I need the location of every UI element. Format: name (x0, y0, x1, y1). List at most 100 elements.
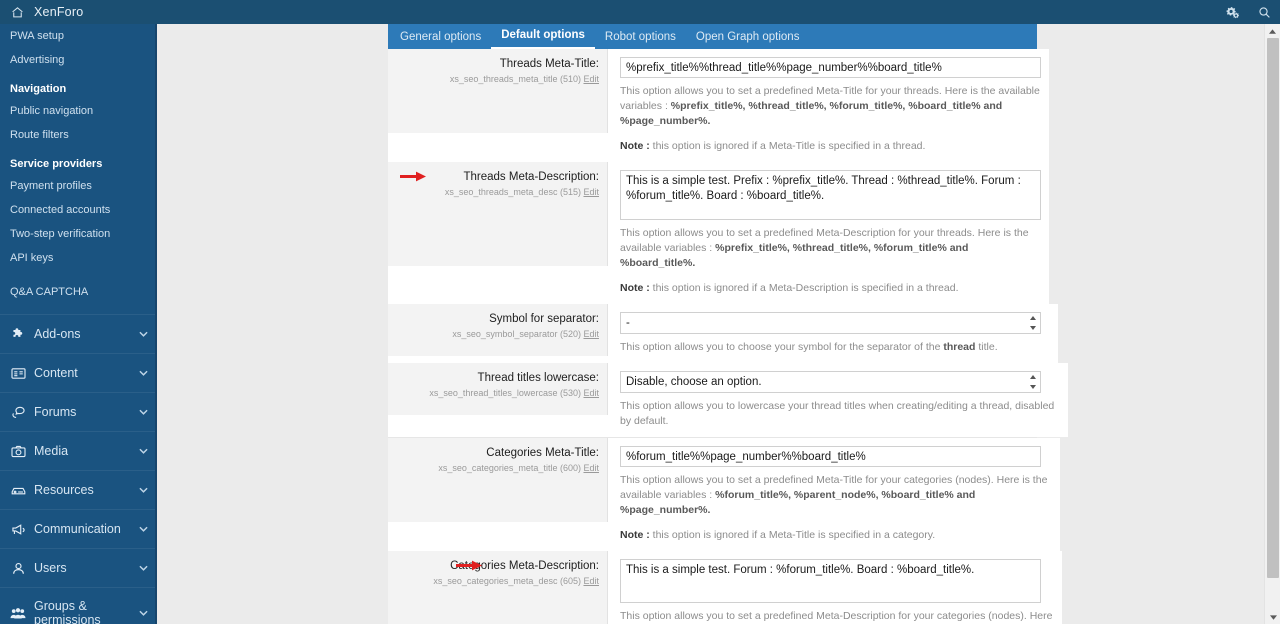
hint-bold: thread (943, 341, 976, 353)
field-hint: This option allows you to choose your sy… (620, 340, 1050, 355)
vertical-scrollbar[interactable] (1264, 24, 1280, 624)
categories-meta-desc-textarea[interactable]: This is a simple test. Forum : %forum_ti… (620, 559, 1041, 603)
page-canvas: General options Default options Robot op… (157, 24, 1280, 624)
field-option-id: xs_seo_categories_meta_desc (605) Edit (394, 575, 599, 587)
chevron-down-icon (139, 329, 148, 340)
label-column: Symbol for separator: xs_seo_symbol_sepa… (388, 304, 608, 356)
sidebar-top-links: PWA setup Advertising (0, 24, 157, 72)
edit-link[interactable]: Edit (583, 187, 599, 197)
sidebar-item-forums[interactable]: Forums (0, 392, 157, 431)
edit-link[interactable]: Edit (583, 388, 599, 398)
field-column: This option allows you to set a predefin… (608, 49, 1049, 162)
sidebar-item-label: Media (34, 444, 69, 458)
field-label: Categories Meta-Description: (450, 560, 599, 572)
label-column: Categories Meta-Description: xs_seo_cate… (388, 551, 608, 624)
chevron-down-icon (139, 524, 148, 535)
field-label: Thread titles lowercase: (477, 372, 599, 384)
tab-open-graph-options[interactable]: Open Graph options (686, 27, 810, 49)
tab-robot-options[interactable]: Robot options (595, 27, 686, 49)
threads-meta-title-input[interactable] (620, 57, 1041, 78)
field-note: Note : this option is ignored if a Meta-… (620, 139, 1041, 154)
sidebar-item-public-navigation[interactable]: Public navigation (0, 99, 157, 123)
sidebar-item-payment-profiles[interactable]: Payment profiles (0, 174, 157, 198)
option-id-text: xs_seo_symbol_separator (520) (452, 329, 581, 339)
scroll-down-arrow-icon[interactable] (1265, 610, 1280, 624)
group-icon (10, 605, 26, 621)
field-option-id: xs_seo_threads_meta_title (510) Edit (394, 73, 599, 85)
option-id-text: xs_seo_categories_meta_desc (605) (433, 576, 581, 586)
top-header-bar: XenForo (0, 0, 1280, 24)
hint-suffix: title. (975, 341, 998, 353)
scroll-up-arrow-icon[interactable] (1265, 24, 1280, 38)
sidebar-item-qa-captcha[interactable]: Q&A CAPTCHA (0, 280, 157, 304)
sidebar-item-media[interactable]: Media (0, 431, 157, 470)
sidebar-item-route-filters[interactable]: Route filters (0, 123, 157, 147)
search-icon[interactable] (1248, 0, 1280, 24)
option-id-text: xs_seo_thread_titles_lowercase (530) (429, 388, 581, 398)
sidebar-item-content[interactable]: Content (0, 353, 157, 392)
cogs-icon[interactable] (1216, 0, 1248, 24)
edit-link[interactable]: Edit (583, 74, 599, 84)
options-form: Threads Meta-Title: xs_seo_threads_meta_… (388, 49, 1068, 624)
categories-meta-title-input[interactable] (620, 446, 1041, 467)
user-icon (10, 560, 26, 576)
sidebar-gap-2 (0, 304, 157, 314)
form-row-symbol-separator: Symbol for separator: xs_seo_symbol_sepa… (388, 304, 1058, 363)
thread-titles-lowercase-select[interactable]: Disable, choose an option. (620, 371, 1041, 393)
edit-link[interactable]: Edit (583, 463, 599, 473)
sidebar-item-api-keys[interactable]: API keys (0, 246, 157, 270)
note-label: Note : (620, 140, 650, 152)
sidebar-item-communication[interactable]: Communication (0, 509, 157, 548)
puzzle-icon (10, 326, 26, 342)
home-icon[interactable] (0, 6, 34, 19)
hint-text: This option allows you to lowercase your… (620, 400, 1055, 427)
field-option-id: xs_seo_thread_titles_lowercase (530) Edi… (394, 387, 599, 399)
label-column: Threads Meta-Title: xs_seo_threads_meta_… (388, 49, 608, 133)
chevron-down-icon (139, 563, 148, 574)
field-hint: This option allows you to set a predefin… (620, 226, 1041, 271)
field-label: Categories Meta-Title: (486, 447, 599, 459)
field-hint: This option allows you to set a predefin… (620, 473, 1052, 518)
sidebar-item-users[interactable]: Users (0, 548, 157, 587)
field-hint: This option allows you to lowercase your… (620, 399, 1060, 429)
sidebar-item-label: Communication (34, 522, 121, 536)
hint-variables: %prefix_title%, %thread_title%, %forum_t… (620, 100, 1003, 127)
sidebar-heading-service-providers: Service providers (10, 158, 103, 170)
resources-icon (10, 482, 26, 498)
forums-icon (10, 404, 26, 420)
select-wrapper: Disable, choose an option. (620, 371, 1041, 393)
sidebar-item-label: Content (34, 366, 78, 380)
sidebar-item-add-ons[interactable]: Add-ons (0, 314, 157, 353)
sidebar-item-pwa-setup[interactable]: PWA setup (0, 24, 157, 48)
field-option-id: xs_seo_categories_meta_title (600) Edit (394, 462, 599, 474)
sidebar-item-groups-permissions[interactable]: Groups & permissions (0, 587, 157, 624)
scrollbar-thumb[interactable] (1267, 38, 1279, 578)
note-label: Note : (620, 282, 650, 294)
form-row-threads-meta-title: Threads Meta-Title: xs_seo_threads_meta_… (388, 49, 1049, 162)
red-arrow-annotation (400, 170, 428, 183)
form-row-categories-meta-desc: Categories Meta-Description: xs_seo_cate… (388, 551, 1062, 624)
symbol-separator-select[interactable]: - (620, 312, 1041, 334)
field-hint: This option allows you to set a predefin… (620, 84, 1041, 129)
options-panel: General options Default options Robot op… (388, 24, 1068, 624)
field-column: This is a simple test. Forum : %forum_ti… (608, 551, 1062, 624)
option-id-text: xs_seo_threads_meta_title (510) (449, 74, 581, 84)
tab-general-options[interactable]: General options (390, 27, 491, 49)
edit-link[interactable]: Edit (583, 576, 599, 586)
field-column: Disable, choose an option. This option a… (608, 363, 1068, 437)
tab-default-options[interactable]: Default options (491, 25, 595, 49)
field-option-id: xs_seo_threads_meta_desc (515) Edit (394, 186, 599, 198)
sidebar-item-connected-accounts[interactable]: Connected accounts (0, 198, 157, 222)
note-label: Note : (620, 529, 650, 541)
label-column: Threads Meta-Description: xs_seo_threads… (388, 162, 608, 266)
sidebar-item-resources[interactable]: Resources (0, 470, 157, 509)
edit-link[interactable]: Edit (583, 329, 599, 339)
red-arrow-annotation (456, 559, 484, 572)
camera-icon (10, 443, 26, 459)
sidebar-item-label: Add-ons (34, 327, 81, 341)
threads-meta-desc-textarea[interactable]: This is a simple test. Prefix : %prefix_… (620, 170, 1041, 220)
sidebar-item-advertising[interactable]: Advertising (0, 48, 157, 72)
sidebar-item-two-step-verification[interactable]: Two-step verification (0, 222, 157, 246)
sidebar-group-navigation: Navigation Public navigation Route filte… (0, 72, 157, 147)
